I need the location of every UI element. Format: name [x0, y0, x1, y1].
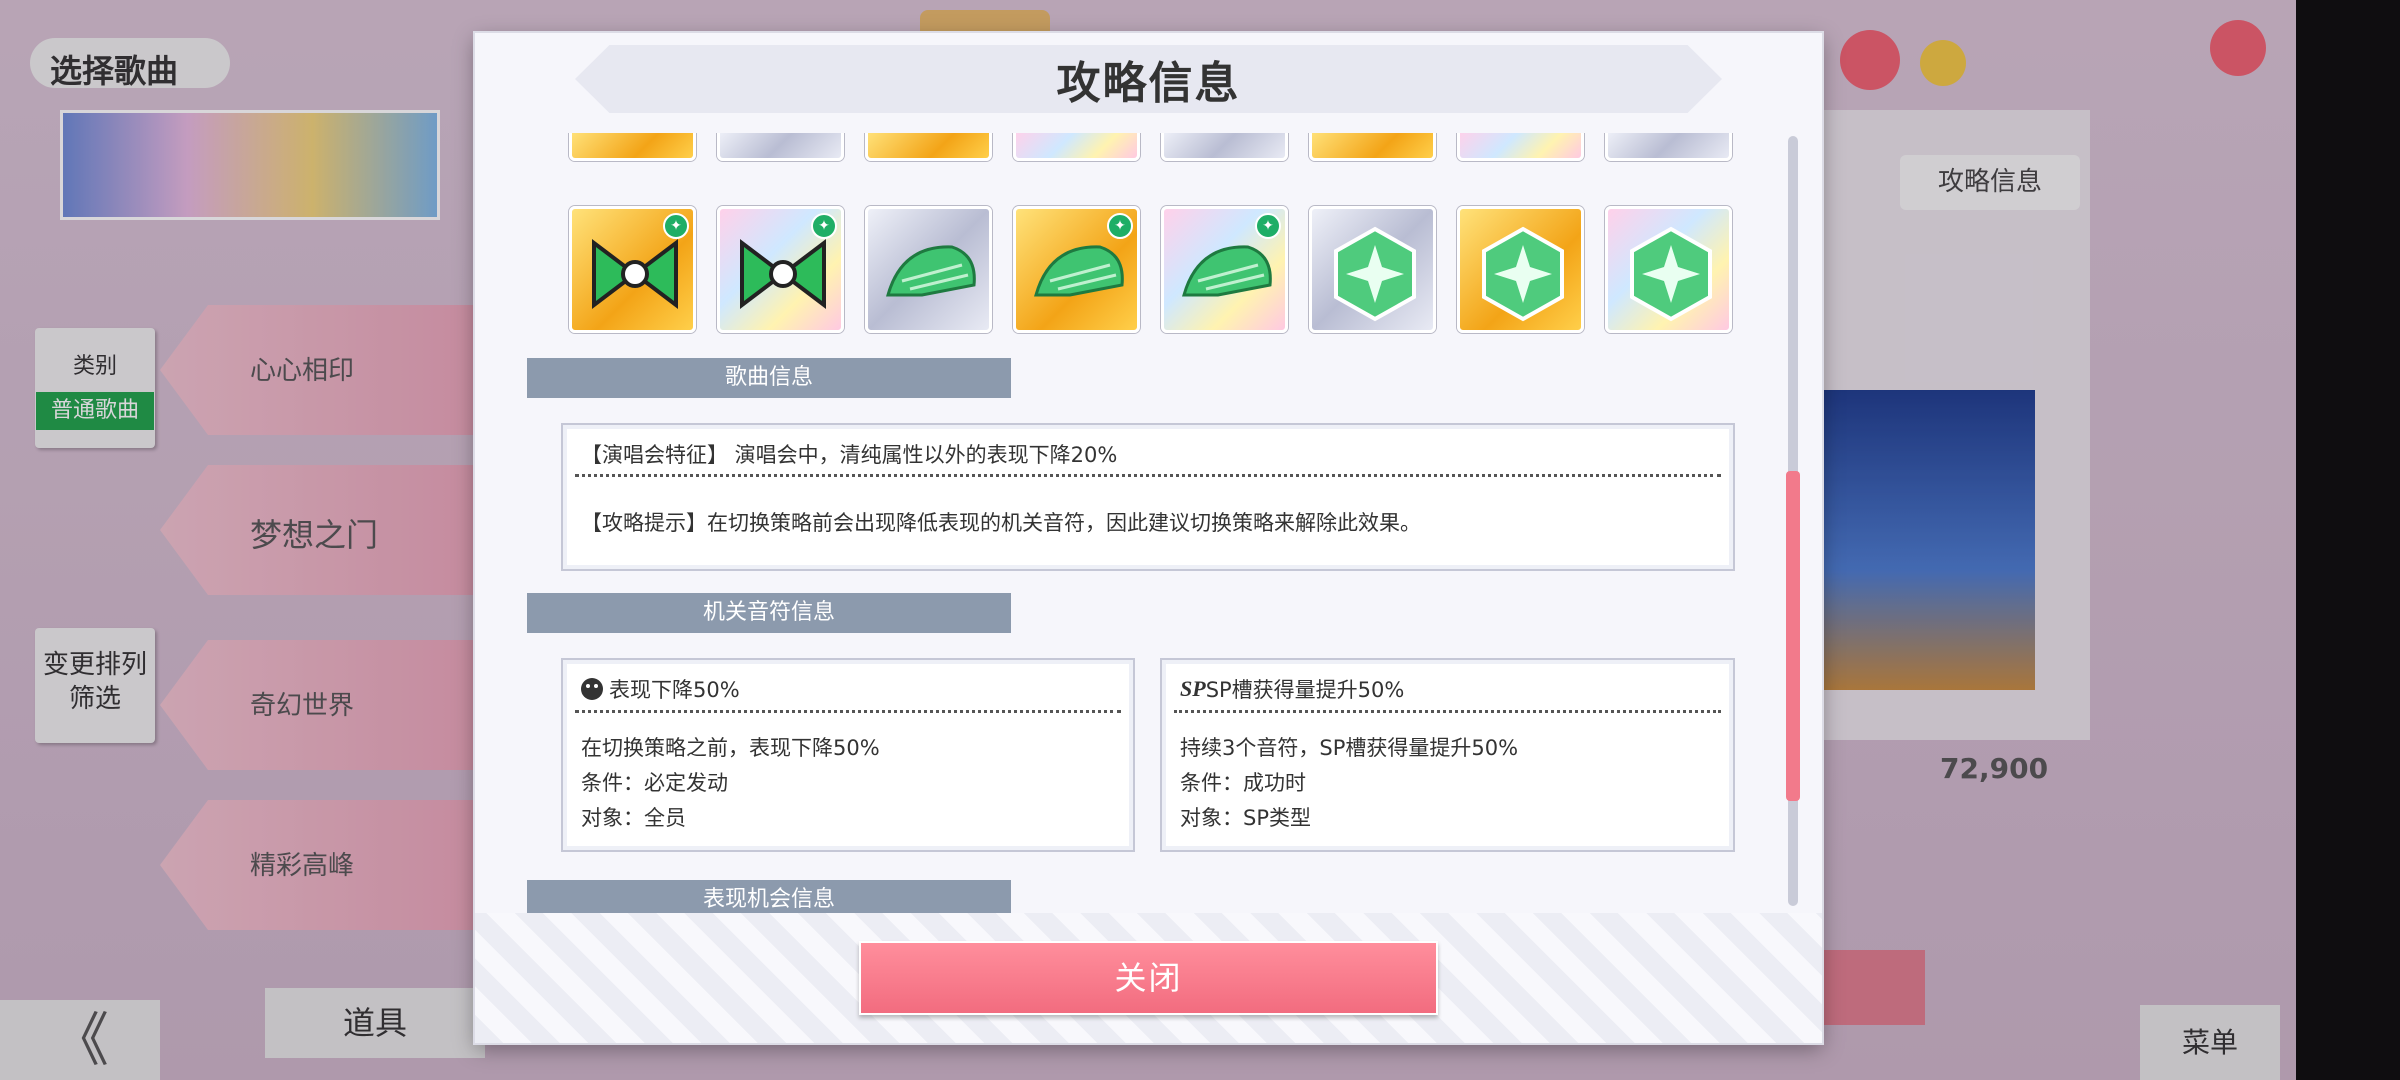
item-icon — [1161, 133, 1288, 161]
gimmick-head: 表现下降50% — [581, 674, 740, 704]
gimmick-head: SP SP槽获得量提升50% — [1180, 674, 1404, 704]
gimmick-target: 对象：全员 — [581, 806, 686, 830]
item-icon — [1013, 133, 1140, 161]
concert-feature-text: 【演唱会特征】 演唱会中，清纯属性以外的表现下降20% — [581, 443, 1118, 467]
item-icon — [717, 133, 844, 161]
song-info-header: 歌曲信息 — [527, 358, 1011, 398]
gimmick-condition: 条件：必定发动 — [581, 771, 728, 795]
green-cap-icon[interactable] — [865, 206, 992, 333]
gimmick-head-text: 表现下降50% — [609, 678, 740, 702]
item-icon — [1309, 133, 1436, 161]
item-icon — [865, 133, 992, 161]
gimmick-note-header: 机关音符信息 — [527, 593, 1011, 633]
green-bow-icon[interactable]: ✦ — [569, 206, 696, 333]
gimmick-condition: 条件：成功时 — [1180, 771, 1306, 795]
item-row-partial — [569, 133, 1732, 161]
item-icon — [569, 133, 696, 161]
green-cap-icon[interactable]: ✦ — [1161, 206, 1288, 333]
gimmick-target: 对象：SP类型 — [1180, 806, 1311, 830]
gimmick-card-performance-down: 表现下降50% 在切换策略之前，表现下降50% 条件：必定发动 对象：全员 — [561, 658, 1135, 852]
strategy-tip-text: 【攻略提示】在切换策略前会出现降低表现的机关音符，因此建议切换策略来解除此效果。 — [581, 511, 1421, 535]
dotted-divider — [575, 710, 1121, 713]
dialog-scroll-content[interactable]: ✦ ✦ ✦ ✦ 歌曲信息 【演唱会特征】 演唱会中，清纯属性以外的表现下降20%… — [475, 133, 1822, 943]
dialog-title: 攻略信息 — [1056, 58, 1241, 109]
green-bow-icon[interactable]: ✦ — [717, 206, 844, 333]
strategy-info-dialog: 攻略信息 ✦ ✦ ✦ ✦ 歌曲信息 【演唱会特征】 演唱会中，清纯属性以外的表现… — [475, 33, 1822, 1043]
close-button[interactable]: 关闭 — [859, 941, 1438, 1015]
gimmick-desc: 持续3个音符，SP槽获得量提升50% — [1180, 736, 1519, 760]
gimmick-face-icon — [581, 678, 603, 700]
gimmick-card-sp-boost: SP SP槽获得量提升50% 持续3个音符，SP槽获得量提升50% 条件：成功时… — [1160, 658, 1735, 852]
item-row: ✦ ✦ ✦ ✦ — [569, 206, 1732, 333]
dotted-divider — [575, 474, 1721, 477]
item-icon — [1605, 133, 1732, 161]
green-gem-icon[interactable] — [1457, 206, 1584, 333]
green-gem-icon[interactable] — [1309, 206, 1436, 333]
green-cap-icon[interactable]: ✦ — [1013, 206, 1140, 333]
song-info-box: 【演唱会特征】 演唱会中，清纯属性以外的表现下降20% 【攻略提示】在切换策略前… — [561, 423, 1735, 571]
dotted-divider — [1174, 710, 1721, 713]
sp-icon: SP — [1180, 676, 1206, 701]
green-gem-icon[interactable] — [1605, 206, 1732, 333]
scrollbar-thumb[interactable] — [1786, 471, 1800, 801]
gimmick-head-text: SP槽获得量提升50% — [1205, 678, 1405, 702]
item-icon — [1457, 133, 1584, 161]
gimmick-desc: 在切换策略之前，表现下降50% — [581, 736, 880, 760]
